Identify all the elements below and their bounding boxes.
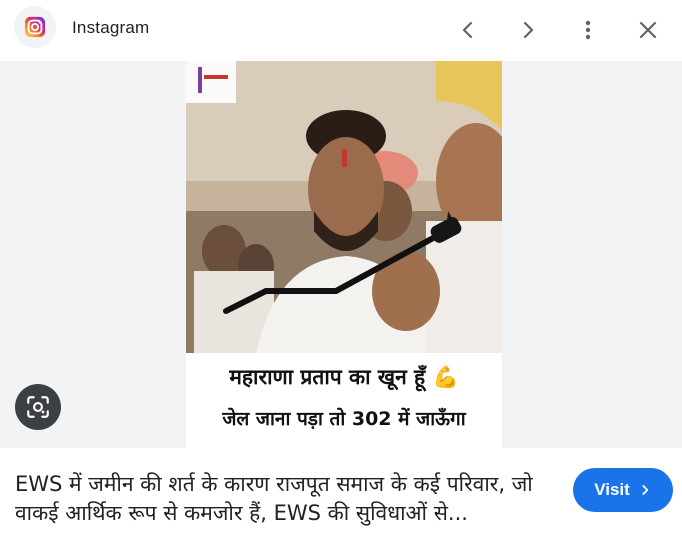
result-description[interactable]: EWS में जमीन की शर्त के कारण राजपूत समाज… [15,470,555,528]
chevron-left-icon [462,21,473,39]
lens-icon [27,396,49,418]
instagram-logo-icon[interactable] [14,6,56,48]
visit-button[interactable]: Visit [573,468,673,512]
image-viewer: महाराणा प्रताप का खून हूँ 💪 जेल जाना पड़… [0,61,682,448]
result-image[interactable]: महाराणा प्रताप का खून हूँ 💪 जेल जाना पड़… [186,61,502,448]
next-button[interactable] [508,10,548,50]
photo-scene [186,61,502,353]
lens-search-button[interactable] [15,384,61,430]
more-options-button[interactable] [568,10,608,50]
top-bar: Instagram [0,0,682,60]
previous-button[interactable] [448,10,488,50]
app-title[interactable]: Instagram [72,18,149,38]
close-icon [639,21,657,39]
chevron-right-icon [642,485,649,495]
image-caption-line-1: महाराणा प्रताप का खून हूँ 💪 [229,365,459,389]
image-caption-line-2: जेल जाना पड़ा तो 302 में जाऊँगा [222,408,466,430]
chevron-right-icon [523,21,534,39]
close-button[interactable] [628,10,668,50]
more-vert-icon [585,20,591,40]
visit-label: Visit [594,480,630,499]
next-line-cutoff [15,534,275,542]
